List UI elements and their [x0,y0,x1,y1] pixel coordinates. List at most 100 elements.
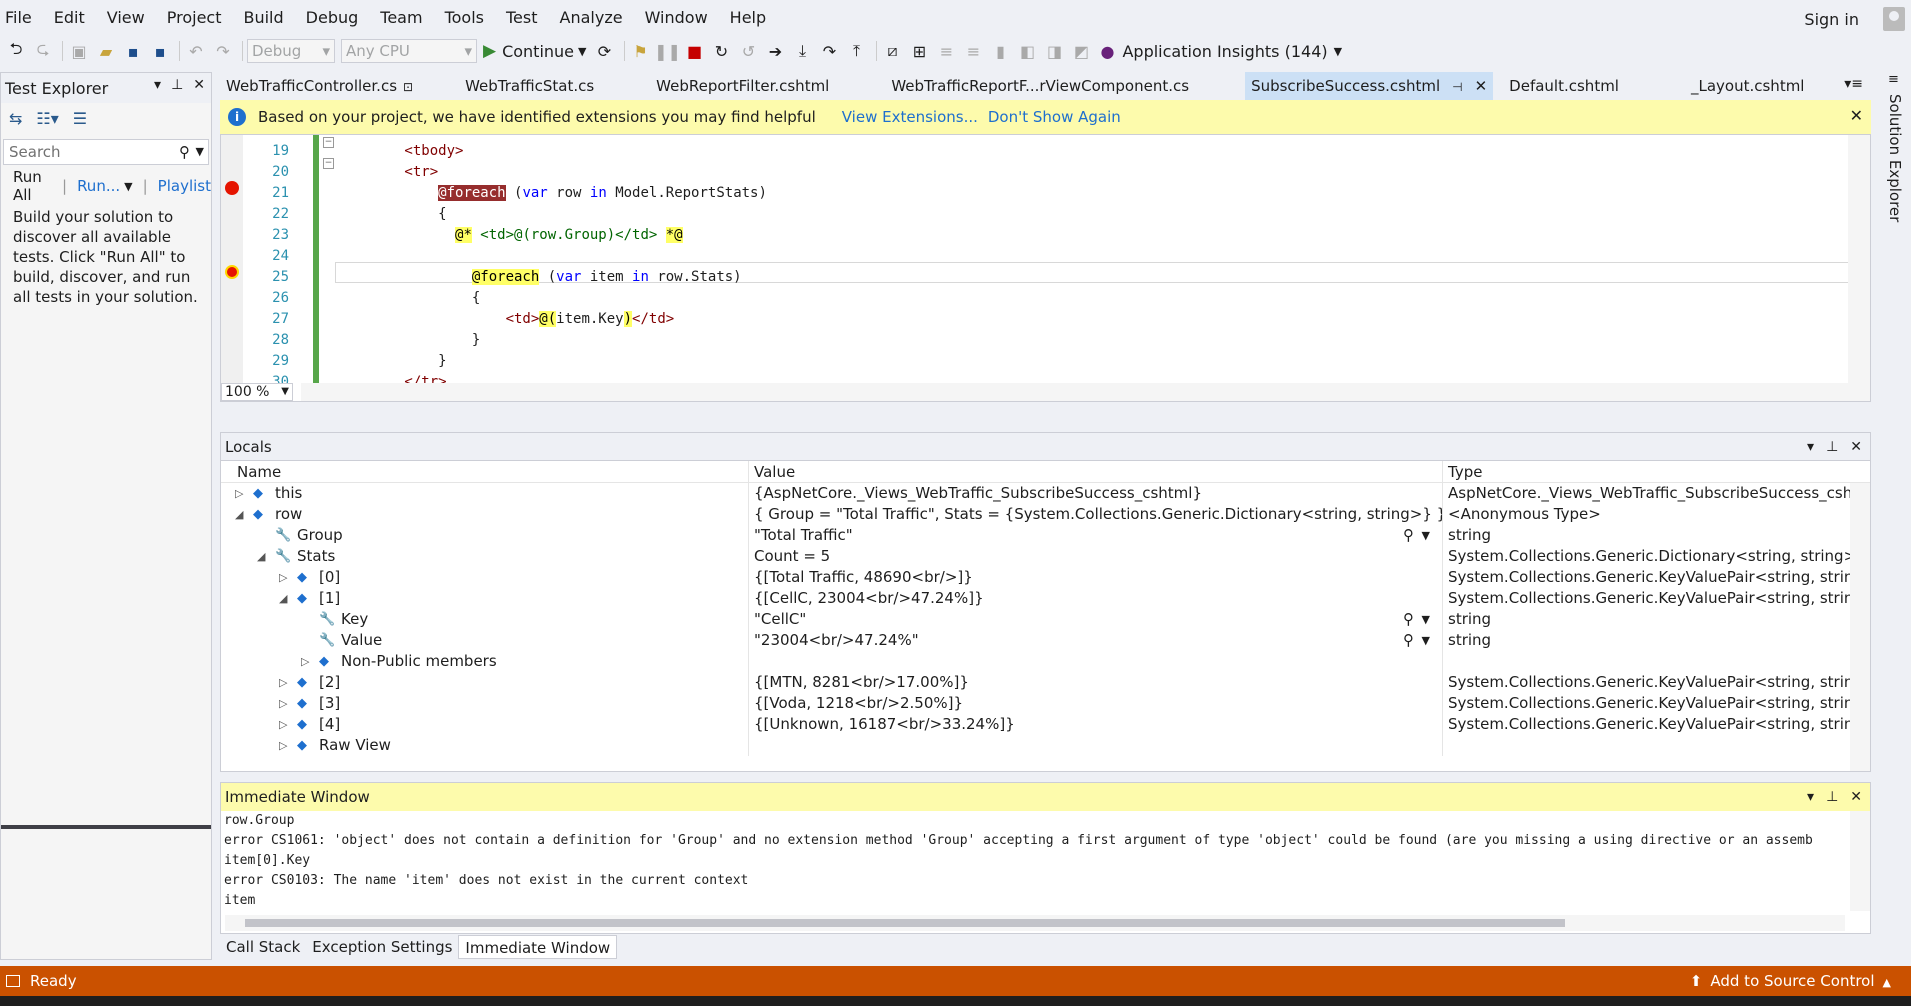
locals-value-cell[interactable]: { Group = "Total Traffic", Stats = {Syst… [749,504,1443,525]
locals-row[interactable]: ◢ ◆ [1] {[CellC, 23004<br/>47.24%]} System.C… [221,588,1870,609]
code-line[interactable]: 24 [221,246,1846,267]
code-line[interactable]: 23 @* <td>@(row.Group)</td> *@ [221,225,1846,246]
sign-in-link[interactable]: Sign in [1804,0,1859,40]
close-icon[interactable]: ✕ [193,77,205,93]
tab-call-stack[interactable]: Call Stack [220,935,306,959]
stop-icon[interactable]: ■ [683,39,707,63]
tab-default[interactable]: Default.cshtml [1503,72,1625,100]
locals-row[interactable]: 🔧 Key "CellC" ⚲ ▼ string [221,609,1870,630]
outline-icon[interactable]: ⊞ [908,39,932,63]
locals-vertical-scrollbar[interactable] [1850,483,1870,771]
immediate-output[interactable]: row.Group error CS1061: 'object' does no… [221,811,1870,911]
tab-subscribesuccess[interactable]: SubscribeSuccess.cshtml ⊣ ✕ [1245,72,1494,100]
locals-row[interactable]: 🔧 Group "Total Traffic" ⚲ ▼ string [221,525,1870,546]
tab-immediate-window[interactable]: Immediate Window [458,935,618,959]
continue-button[interactable]: ▶ Continue ▼ [483,41,587,61]
chevron-down-icon[interactable]: ▼ [124,180,132,193]
menu-view[interactable]: View [96,0,156,36]
code-editor[interactable]: − − 19 <tbody> 20 <tr> 21 @foreach (var ro… [220,134,1871,402]
code-line[interactable]: 25 @foreach (var item in row.Stats) [221,267,1846,288]
chevron-down-icon[interactable]: ▼ [196,140,204,164]
expand-icon[interactable]: ▷ [301,651,309,672]
chevron-down-icon[interactable]: ▼ [1422,630,1430,651]
refresh-tests-icon[interactable]: ⇆ [9,109,22,128]
locals-row[interactable]: ▷ ◆ [2] {[MTN, 8281<br/>17.00%]} System.Coll… [221,672,1870,693]
solution-explorer-label[interactable]: Solution Explorer [1886,94,1904,222]
bookmark-icon[interactable]: ▮ [989,39,1013,63]
pin-icon[interactable]: ⊥ [1826,783,1838,811]
locals-row[interactable]: ▷ ◆ [0] {[Total Traffic, 48690<br/>]} System… [221,567,1870,588]
locals-row[interactable]: ▷ ◆ Raw View [221,735,1870,756]
locals-value-cell[interactable]: {[Total Traffic, 48690<br/>]} [749,567,1443,588]
collapse-icon[interactable]: ◢ [235,504,243,525]
locals-value-cell[interactable] [749,651,1443,672]
expand-icon[interactable]: ▷ [279,714,287,735]
forward-icon[interactable]: ⮎ [31,39,55,63]
menu-edit[interactable]: Edit [43,0,96,36]
column-name[interactable]: Name [221,461,749,482]
column-value[interactable]: Value [749,461,1443,482]
chevron-down-icon[interactable]: ▼ [1422,525,1430,546]
solution-explorer-side-tab[interactable]: ≡ Solution Explorer [1878,66,1911,960]
run-link[interactable]: Run... [77,177,120,195]
menu-icon[interactable]: ≡ [1888,72,1899,87]
pause-icon[interactable]: ❚❚ [654,39,681,63]
dont-show-again-link[interactable]: Don't Show Again [988,108,1121,126]
locals-value-cell[interactable] [749,735,1443,756]
locals-value-cell[interactable]: {[Unknown, 16187<br/>33.24%]} [749,714,1443,735]
test-search-input[interactable]: Search ⚲ ▼ [3,139,209,165]
locals-value-cell[interactable]: {AspNetCore._Views_WebTraffic_SubscribeS… [749,483,1443,504]
open-folder-icon[interactable]: ▰ [94,39,118,63]
code-line[interactable]: 26 { [221,288,1846,309]
expand-icon[interactable]: ▷ [279,567,287,588]
view-extensions-link[interactable]: View Extensions... [842,108,978,126]
menu-help[interactable]: Help [719,0,777,36]
pin-icon[interactable]: ⊥ [1826,433,1838,461]
collapse-icon[interactable]: ◢ [257,546,265,567]
panel-divider[interactable] [1,825,211,829]
back-icon[interactable]: ⮌ [4,39,28,63]
immediate-horizontal-scrollbar[interactable] [225,915,1845,931]
code-line[interactable]: 22 { [221,204,1846,225]
hex-icon[interactable]: ⧄ [881,39,905,63]
immediate-vertical-scrollbar[interactable] [1850,811,1870,911]
step-over-icon[interactable]: ↷ [818,39,842,63]
tab-webtrafficreportviewcomponent[interactable]: WebTrafficReportF...rViewComponent.cs [885,72,1195,100]
editor-vertical-scrollbar[interactable] [1848,135,1870,401]
menu-window[interactable]: Window [634,0,719,36]
thread-icon[interactable]: ⚑ [629,39,653,63]
add-to-source-control[interactable]: ⬆ Add to Source Control ▲ [1690,966,1891,998]
comment-icon[interactable]: ≡ [935,39,959,63]
dropdown-icon[interactable]: ▾ [1807,433,1814,461]
menu-team[interactable]: Team [369,0,433,36]
playlist-icon[interactable]: ☰ [73,109,87,128]
hot-reload-icon[interactable]: ↺ [737,39,761,63]
code-line[interactable]: 21 @foreach (var row in Model.ReportStat… [221,183,1846,204]
breakpoint-icon[interactable] [225,181,239,195]
undo-icon[interactable]: ↶ [184,39,208,63]
dropdown-icon[interactable]: ▾ [1807,783,1814,811]
code-line[interactable]: 29 } [221,351,1846,372]
locals-row[interactable]: ▷ ◆ [3] {[Voda, 1218<br/>2.50%]} System.Coll… [221,693,1870,714]
locals-value-cell[interactable]: Count = 5 [749,546,1443,567]
run-all-link[interactable]: Run All [13,168,52,204]
locals-row[interactable]: ▷ ◆ this {AspNetCore._Views_WebTraffic_Subs… [221,483,1870,504]
menu-test[interactable]: Test [495,0,549,36]
uncomment-icon[interactable]: ≡ [962,39,986,63]
locals-row[interactable]: 🔧 Value "23004<br/>47.24%" ⚲ ▼ string [221,630,1870,651]
step-into-icon[interactable]: ⤓ [791,39,815,63]
close-icon[interactable]: ✕ [1850,106,1863,125]
menu-project[interactable]: Project [156,0,233,36]
close-icon[interactable]: ✕ [1850,433,1862,461]
menu-debug[interactable]: Debug [295,0,370,36]
close-icon[interactable]: ✕ [1850,783,1862,811]
dropdown-icon[interactable]: ▾ [154,77,161,93]
code-line[interactable]: 20 <tr> [221,162,1846,183]
refresh-icon[interactable]: ⟳ [593,39,617,63]
playlist-link[interactable]: Playlist [158,177,211,195]
locals-row[interactable]: ▷ ◆ Non-Public members [221,651,1870,672]
tab-list-icon[interactable]: ▾≡ [1844,76,1863,92]
save-icon[interactable]: ▪ [121,39,145,63]
code-line[interactable]: 27 <td>@(item.Key)</td> [221,309,1846,330]
code-line[interactable]: 28 } [221,330,1846,351]
